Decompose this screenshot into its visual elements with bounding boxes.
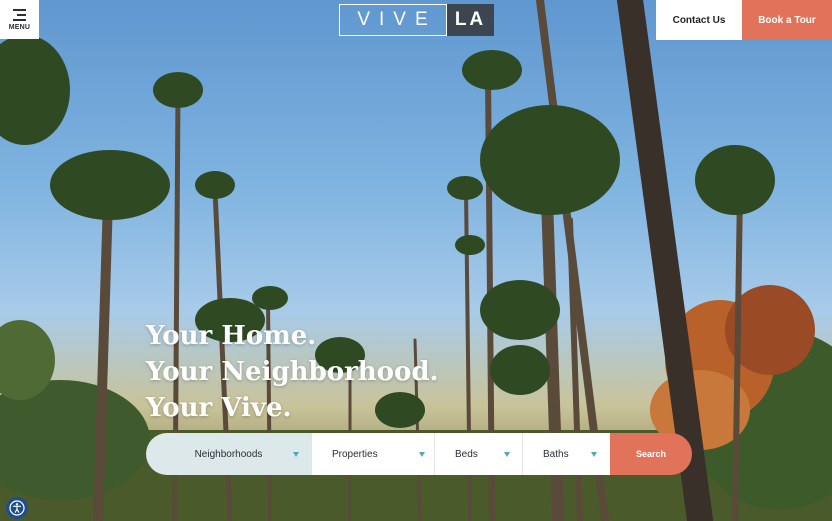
beds-select[interactable]: Beds (435, 433, 523, 475)
baths-select[interactable]: Baths (523, 433, 610, 475)
chevron-down-icon (504, 452, 510, 457)
headline-line-2: Your Neighborhood. (146, 357, 439, 387)
beds-label: Beds (455, 448, 478, 460)
chevron-down-icon (591, 452, 597, 457)
baths-label: Baths (543, 448, 569, 460)
chevron-down-icon (419, 452, 425, 457)
logo-la: LA (447, 4, 494, 36)
properties-label: Properties (332, 448, 378, 460)
menu-button[interactable]: MENU (0, 0, 39, 39)
neighborhoods-label: Neighborhoods (194, 448, 263, 460)
menu-label: MENU (8, 23, 31, 31)
headline-line-3: Your Vive. (146, 393, 292, 423)
logo-vive: VIVE (339, 4, 447, 36)
headline-line-1: Your Home. (146, 321, 317, 351)
site-logo[interactable]: VIVE LA (339, 4, 494, 36)
hero-headline: Your Home. Your Neighborhood. Your Vive. (146, 318, 439, 426)
search-button[interactable]: Search (610, 433, 692, 475)
neighborhoods-select[interactable]: Neighborhoods (146, 433, 312, 475)
properties-select[interactable]: Properties (312, 433, 435, 475)
book-a-tour-button[interactable]: Book a Tour (742, 0, 832, 40)
contact-us-button[interactable]: Contact Us (656, 0, 742, 40)
hamburger-icon (13, 8, 26, 21)
property-search-bar: Neighborhoods Properties Beds Baths Sear… (146, 433, 692, 475)
chevron-down-icon (293, 452, 299, 457)
accessibility-icon[interactable] (6, 497, 28, 519)
